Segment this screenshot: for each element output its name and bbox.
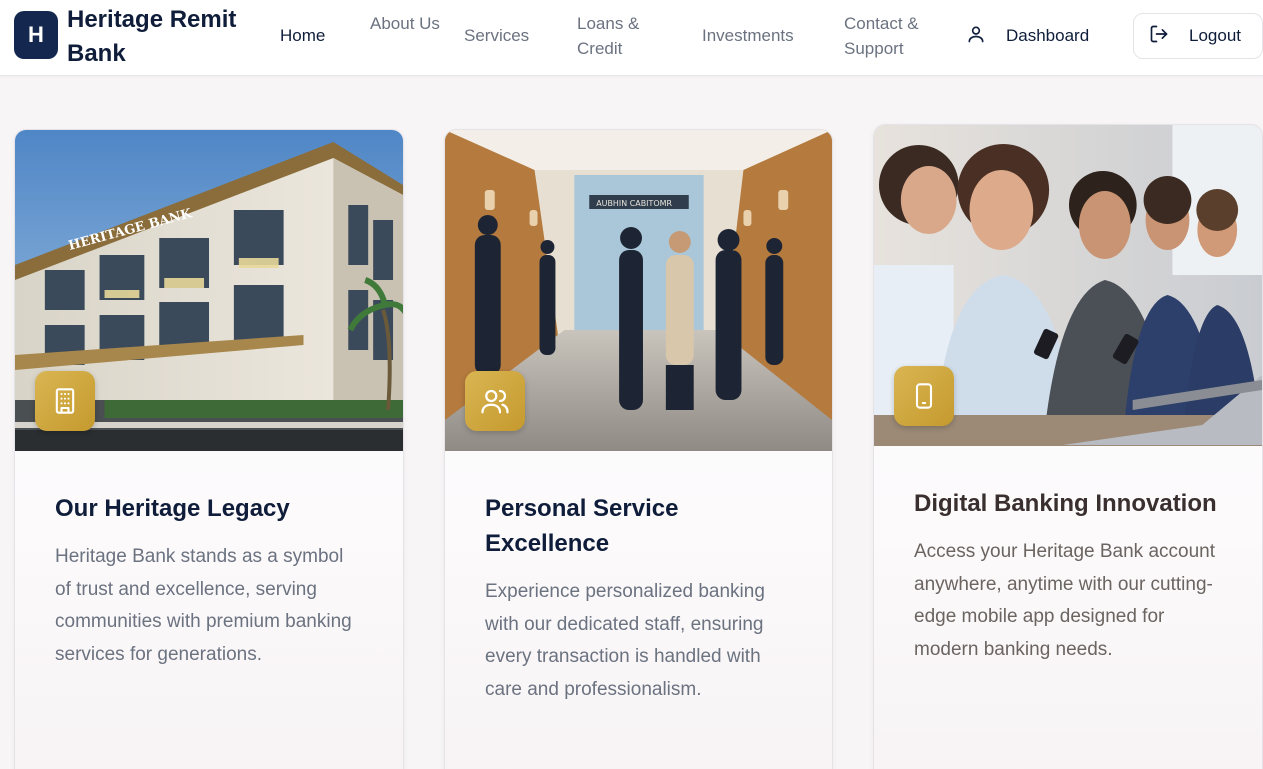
dashboard-label: Dashboard <box>1006 26 1090 45</box>
logout-button[interactable]: Logout <box>1133 13 1263 59</box>
building-icon-tile <box>35 371 95 431</box>
nav-investments[interactable]: Investments <box>702 23 794 48</box>
nav-about-us[interactable]: About Us <box>370 11 440 36</box>
nav-home[interactable]: Home <box>280 23 325 48</box>
nav-services[interactable]: Services <box>464 23 529 48</box>
card-digital-banking: Digital Banking Innovation Access your H… <box>873 124 1263 769</box>
card-description: Experience personalized banking with our… <box>485 581 765 700</box>
card-description: Access your Heritage Bank account anywhe… <box>914 541 1215 660</box>
dashboard-button[interactable]: Dashboard <box>966 18 1089 54</box>
bank-lobby-image: AUBHIN CABITOMR <box>445 130 832 451</box>
nav-loans-credit[interactable]: Loans & Credit <box>577 11 667 61</box>
mobile-banking-image <box>874 125 1262 446</box>
card-personal-service: AUBHIN CABITOMR Personal Service Excelle… <box>444 129 833 769</box>
smartphone-icon-tile <box>894 366 954 426</box>
brand-name[interactable]: Heritage Remit Bank <box>67 3 267 71</box>
logout-label: Logout <box>1189 26 1241 45</box>
card-heritage-legacy: HERITAGE BANK Our Heritage Legacy Herita… <box>14 129 404 769</box>
user-icon <box>966 24 986 49</box>
card-description: Heritage Bank stands as a symbol of trus… <box>55 546 352 665</box>
lobby-sign: AUBHIN CABITOMR <box>596 199 672 208</box>
nav-contact-support[interactable]: Contact & Support <box>844 11 944 61</box>
card-title: Our Heritage Legacy <box>55 495 290 522</box>
logout-icon <box>1149 24 1169 49</box>
card-title: Personal Service Excellence <box>485 495 679 557</box>
smartphone-icon <box>915 383 933 409</box>
logo-badge[interactable]: H <box>14 11 58 59</box>
users-icon <box>481 389 509 414</box>
building-icon <box>55 388 75 414</box>
bank-building-image: HERITAGE BANK <box>15 130 403 451</box>
users-icon-tile <box>465 371 525 431</box>
top-navbar: H Heritage Remit Bank Home About Us Serv… <box>0 0 1263 76</box>
card-title: Digital Banking Innovation <box>914 490 1217 517</box>
